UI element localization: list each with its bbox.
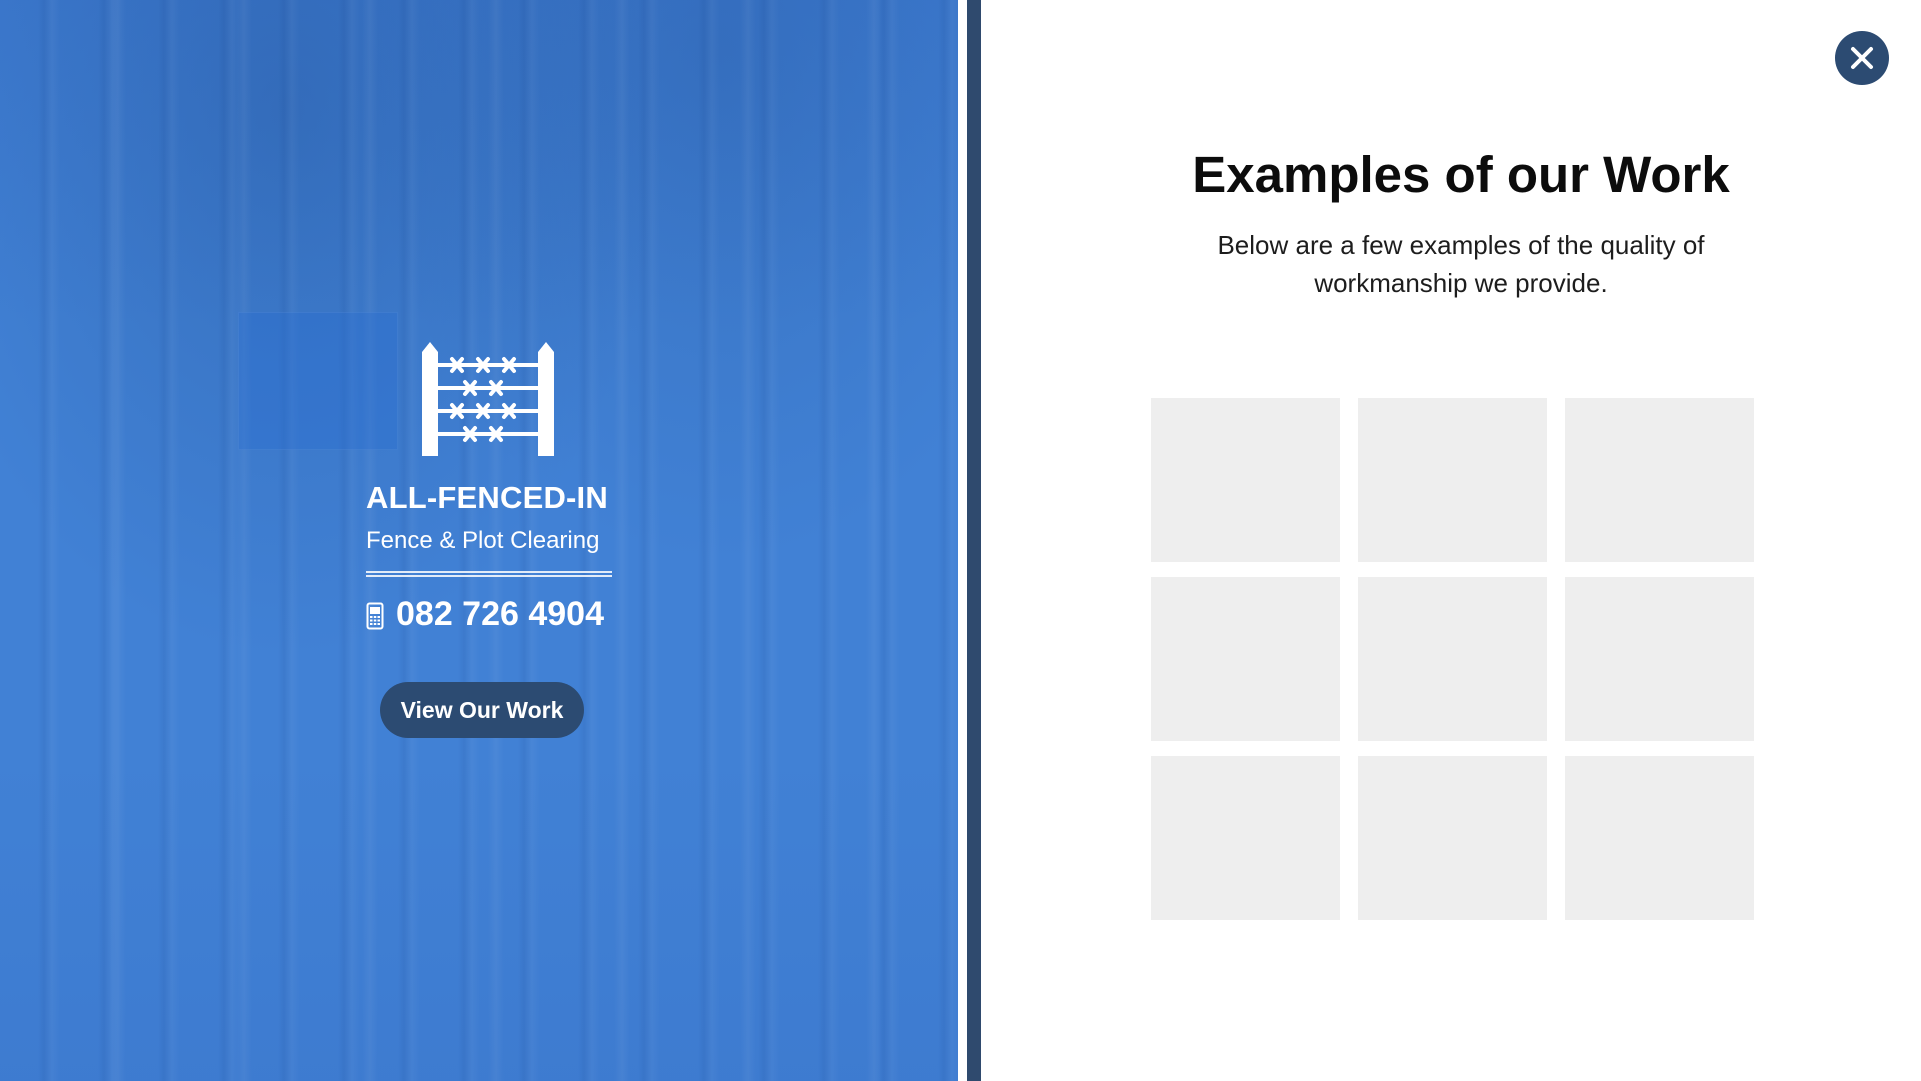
- brand-tagline: Fence & Plot Clearing: [366, 527, 600, 554]
- fence-icon: [422, 342, 554, 456]
- panel-divider: [967, 0, 981, 1081]
- gallery-image[interactable]: [1151, 756, 1340, 920]
- gallery-image[interactable]: [1565, 756, 1754, 920]
- gallery-image[interactable]: [1358, 398, 1547, 562]
- phone-link[interactable]: 082 726 4904: [366, 592, 604, 636]
- gallery-image[interactable]: [1151, 577, 1340, 741]
- page-subtitle: Below are a few examples of the quality …: [1217, 230, 1705, 298]
- brand-divider: [366, 571, 612, 577]
- brand-name: ALL-FENCED-IN: [366, 480, 608, 515]
- gallery-image[interactable]: [1358, 756, 1547, 920]
- gallery-image[interactable]: [1358, 577, 1547, 741]
- page: ALL-FENCED-IN Fence & Plot Clearing 082 …: [0, 0, 1921, 1081]
- phone-number: 082 726 4904: [396, 594, 604, 633]
- work-examples-panel: Examples of our Work Below are a few exa…: [981, 0, 1921, 1081]
- gallery-image[interactable]: [1565, 398, 1754, 562]
- close-button[interactable]: [1835, 31, 1889, 85]
- mobile-phone-icon: [366, 602, 384, 630]
- hero-background-sign: [238, 312, 398, 450]
- close-icon: [1851, 47, 1873, 69]
- gallery-image[interactable]: [1565, 577, 1754, 741]
- gallery-image[interactable]: [1151, 398, 1340, 562]
- page-title: Examples of our Work: [1192, 146, 1730, 203]
- hero-panel: ALL-FENCED-IN Fence & Plot Clearing 082 …: [0, 0, 958, 1081]
- work-gallery: [1151, 398, 1755, 920]
- view-our-work-button[interactable]: View Our Work: [380, 682, 584, 738]
